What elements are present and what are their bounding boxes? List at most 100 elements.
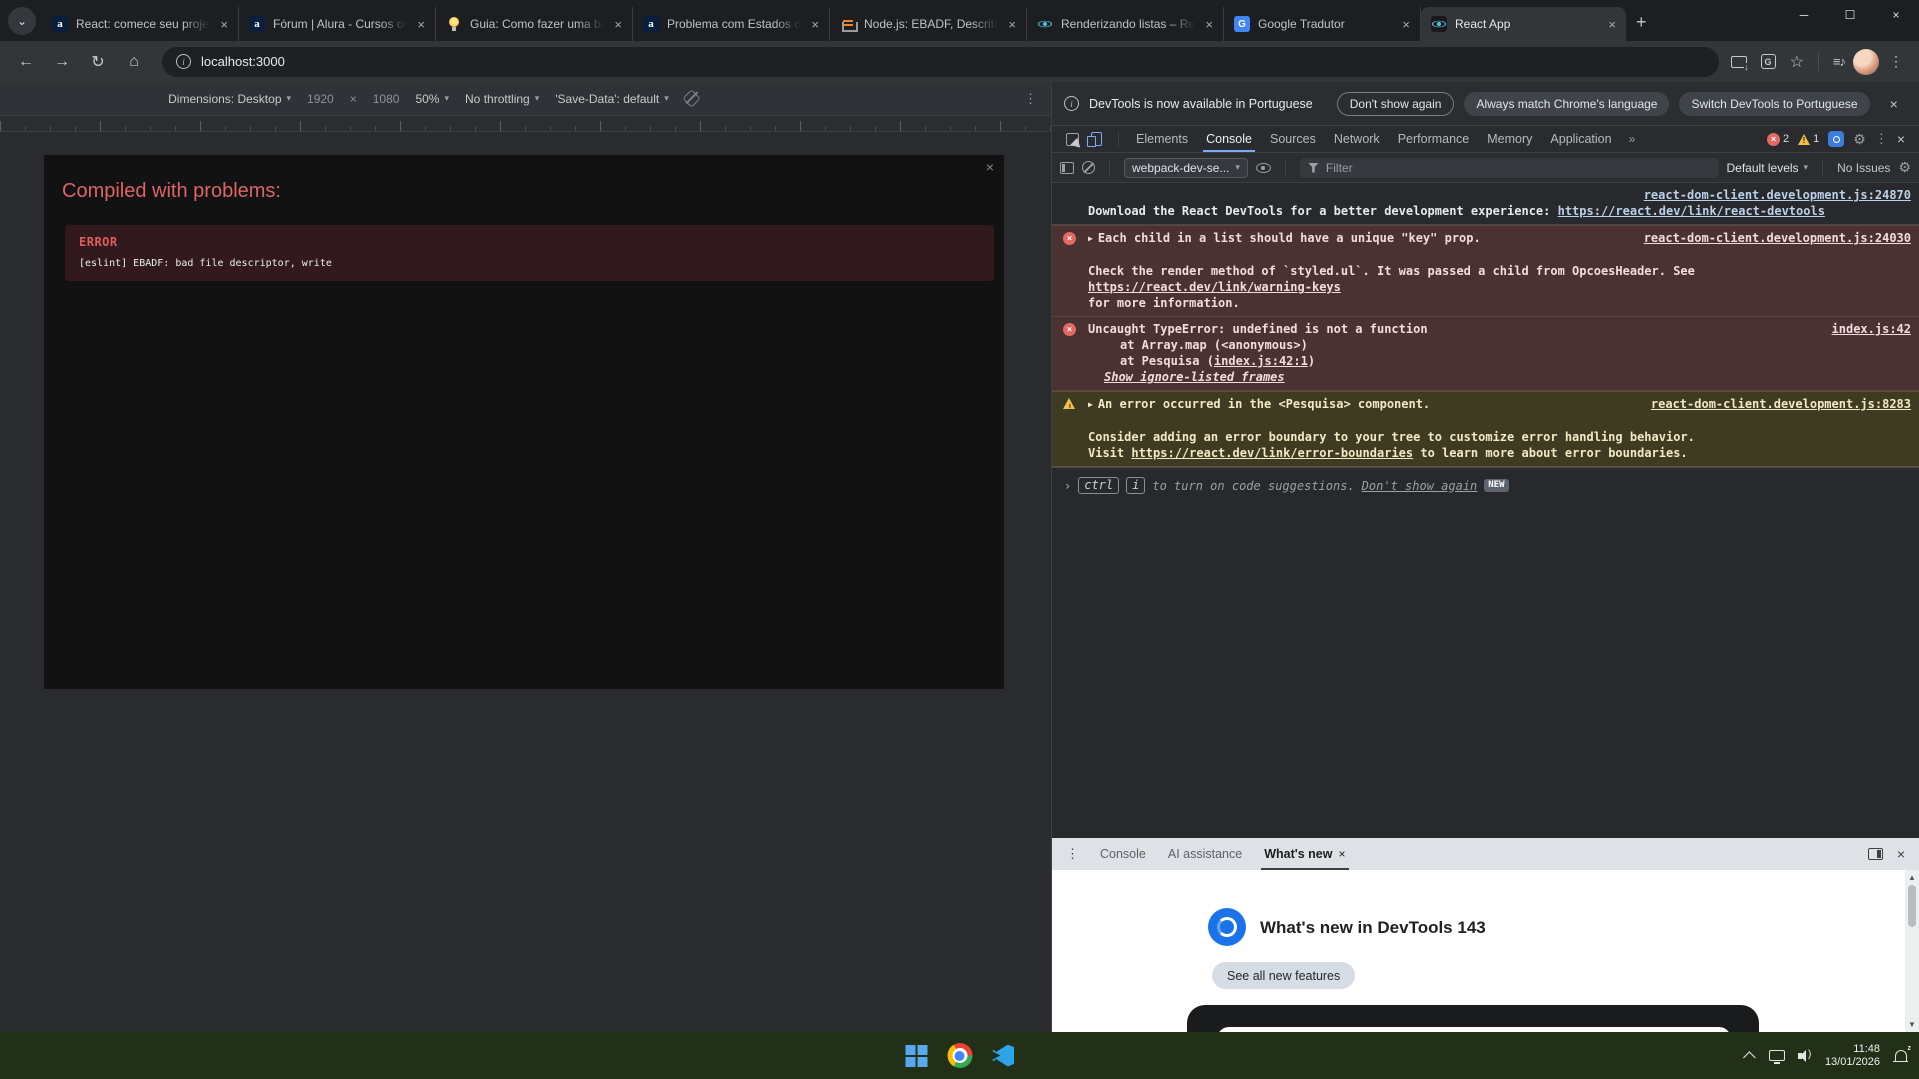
taskbar-clock[interactable]: 11:48 13/01/2026 bbox=[1825, 1043, 1880, 1069]
expand-caret-icon[interactable]: ▶ bbox=[1088, 400, 1093, 409]
site-info-icon[interactable]: i bbox=[176, 54, 191, 69]
devtools-tab-elements[interactable]: Elements bbox=[1127, 126, 1197, 152]
volume-tray-icon[interactable]: ) bbox=[1797, 1049, 1812, 1062]
inspect-element-icon[interactable] bbox=[1066, 132, 1079, 146]
viewport-height-field[interactable]: 1080 bbox=[373, 92, 400, 106]
console-sidebar-toggle-icon[interactable] bbox=[1060, 161, 1074, 174]
browser-tab[interactable]: Node.js: EBADF, Descritor × bbox=[830, 7, 1027, 41]
browser-tab[interactable]: a React: comece seu projeto × bbox=[42, 7, 239, 41]
tab-close-icon[interactable]: × bbox=[809, 17, 821, 32]
browser-tab[interactable]: G Google Tradutor × bbox=[1224, 7, 1421, 41]
drawer-tab-ai-assistance[interactable]: AI assistance bbox=[1157, 838, 1253, 870]
notifications-bell-icon[interactable]: z bbox=[1893, 1045, 1911, 1062]
devtools-menu-icon[interactable]: ⋮ bbox=[1875, 131, 1888, 147]
warning-count-badge[interactable]: 1 bbox=[1798, 133, 1819, 145]
home-icon[interactable]: ⌂ bbox=[118, 46, 150, 78]
drawer-close-icon[interactable]: × bbox=[1897, 846, 1905, 862]
devtools-tab-memory[interactable]: Memory bbox=[1478, 126, 1541, 152]
tab-close-icon[interactable]: × bbox=[1006, 17, 1018, 32]
forward-icon[interactable]: → bbox=[46, 46, 78, 78]
scrollbar-thumb[interactable] bbox=[1908, 885, 1916, 927]
see-all-features-button[interactable]: See all new features bbox=[1212, 962, 1356, 989]
minimize-button[interactable]: ─ bbox=[1781, 0, 1827, 30]
execution-context-select[interactable]: webpack-dev-se... ▾ bbox=[1124, 157, 1248, 178]
drawer-dock-icon[interactable] bbox=[1867, 848, 1883, 860]
console-message-error[interactable]: × react-dom-client.development.js:24030 ▶ E… bbox=[1052, 225, 1919, 317]
console-message-warn[interactable]: react-dom-client.development.js:8283 ▶ An … bbox=[1052, 391, 1919, 467]
address-bar[interactable]: i localhost:3000 bbox=[162, 46, 1719, 77]
viewport-width-field[interactable]: 1920 bbox=[307, 92, 334, 106]
browser-tab[interactable]: Renderizando listas – Rea × bbox=[1027, 7, 1224, 41]
drawer-tab-what-s-new[interactable]: What's new × bbox=[1253, 838, 1356, 870]
hidden-icons-chevron[interactable] bbox=[1742, 1051, 1756, 1064]
drawer-menu-icon[interactable]: ⋮ bbox=[1060, 846, 1085, 862]
source-link[interactable]: react-dom-client.development.js:24030 bbox=[1644, 230, 1911, 246]
drawer-scrollbar[interactable]: ▲ ▼ bbox=[1905, 870, 1919, 1032]
more-tabs-icon[interactable]: » bbox=[1623, 132, 1642, 146]
scroll-down-icon[interactable]: ▼ bbox=[1908, 1017, 1916, 1032]
close-window-button[interactable]: × bbox=[1873, 0, 1919, 30]
settings-gear-icon[interactable]: ⚙ bbox=[1853, 131, 1866, 148]
dimensions-select[interactable]: Dimensions: Desktop ▾ bbox=[168, 92, 291, 106]
devtools-tab-application[interactable]: Application bbox=[1541, 126, 1620, 152]
reading-list-icon[interactable]: ≡♪ bbox=[1833, 54, 1846, 69]
live-expression-icon[interactable] bbox=[1255, 162, 1271, 173]
tab-close-icon[interactable]: × bbox=[1400, 17, 1412, 32]
save-data-select[interactable]: 'Save-Data': default ▾ bbox=[555, 92, 669, 106]
tab-close-icon[interactable]: × bbox=[415, 17, 427, 32]
vscode-taskbar-icon[interactable] bbox=[992, 1044, 1014, 1067]
tab-close-icon[interactable]: × bbox=[1203, 17, 1215, 32]
install-app-icon[interactable] bbox=[1730, 55, 1749, 72]
throttling-select[interactable]: No throttling ▾ bbox=[465, 92, 539, 106]
devtools-tab-network[interactable]: Network bbox=[1325, 126, 1389, 152]
dont-show-again-button[interactable]: Don't show again bbox=[1336, 91, 1455, 116]
console-settings-icon[interactable]: ⚙ bbox=[1898, 159, 1911, 176]
error-count-badge[interactable]: × 2 bbox=[1767, 132, 1789, 146]
console-message-info[interactable]: react-dom-client.development.js:24870 Dow… bbox=[1052, 183, 1919, 225]
translate-icon[interactable]: G bbox=[1760, 54, 1776, 69]
source-link[interactable]: index.js:42 bbox=[1832, 321, 1911, 337]
switch-language-button[interactable]: Switch DevTools to Portuguese bbox=[1679, 91, 1870, 116]
zoom-select[interactable]: 50% ▾ bbox=[415, 92, 449, 106]
profile-avatar[interactable] bbox=[1853, 48, 1879, 75]
back-icon[interactable]: ← bbox=[10, 46, 42, 78]
tab-close-icon[interactable]: × bbox=[218, 17, 230, 32]
browser-tab[interactable]: a Fórum | Alura - Cursos on × bbox=[239, 7, 436, 41]
console-link[interactable]: https://react.dev/link/warning-keys bbox=[1088, 280, 1341, 294]
device-toolbar-toggle-icon[interactable] bbox=[1087, 132, 1102, 147]
browser-menu-icon[interactable]: ⋮ bbox=[1883, 53, 1909, 70]
expand-caret-icon[interactable]: ▶ bbox=[1088, 234, 1093, 243]
drawer-tab-console[interactable]: Console bbox=[1089, 838, 1157, 870]
overlay-close-icon[interactable]: × bbox=[986, 159, 994, 175]
network-tray-icon[interactable] bbox=[1768, 1050, 1785, 1064]
clear-console-icon[interactable] bbox=[1082, 161, 1095, 174]
browser-tab[interactable]: Guia: Como fazer uma bo × bbox=[436, 7, 633, 41]
maximize-button[interactable]: ☐ bbox=[1827, 0, 1873, 30]
prompt-dont-show-link[interactable]: Don't show again bbox=[1362, 478, 1478, 494]
console-link[interactable]: https://react.dev/link/react-devtools bbox=[1558, 204, 1825, 218]
chrome-taskbar-icon[interactable] bbox=[947, 1043, 972, 1068]
rotate-viewport-icon[interactable] bbox=[682, 89, 701, 108]
console-link[interactable]: index.js:42:1 bbox=[1214, 354, 1308, 368]
devtools-tab-sources[interactable]: Sources bbox=[1261, 126, 1325, 152]
match-language-button[interactable]: Always match Chrome's language bbox=[1464, 91, 1670, 116]
tab-close-icon[interactable]: × bbox=[1606, 17, 1618, 32]
drawer-tab-close-icon[interactable]: × bbox=[1338, 847, 1345, 861]
browser-tab[interactable]: a Problema com Estados co × bbox=[633, 7, 830, 41]
bookmark-star-icon[interactable]: ☆ bbox=[1790, 52, 1804, 72]
tab-search-icon[interactable]: ⌄ bbox=[8, 7, 36, 35]
browser-tab[interactable]: React App × bbox=[1421, 7, 1626, 41]
source-link[interactable]: react-dom-client.development.js:24870 bbox=[1644, 188, 1911, 202]
source-link[interactable]: react-dom-client.development.js:8283 bbox=[1651, 396, 1911, 412]
extension-icon[interactable] bbox=[1828, 131, 1845, 147]
devtools-close-icon[interactable]: × bbox=[1897, 131, 1905, 147]
issues-counter[interactable]: No Issues bbox=[1837, 161, 1890, 175]
start-button-icon[interactable] bbox=[905, 1044, 927, 1067]
scroll-up-icon[interactable]: ▲ bbox=[1908, 870, 1916, 885]
devtools-tab-console[interactable]: Console bbox=[1197, 126, 1261, 152]
reload-icon[interactable]: ↻ bbox=[82, 46, 114, 78]
console-link[interactable]: https://react.dev/link/error-boundaries bbox=[1131, 446, 1413, 460]
tab-close-icon[interactable]: × bbox=[612, 17, 624, 32]
new-tab-button[interactable]: + bbox=[1636, 12, 1647, 33]
devtools-tab-performance[interactable]: Performance bbox=[1389, 126, 1479, 152]
